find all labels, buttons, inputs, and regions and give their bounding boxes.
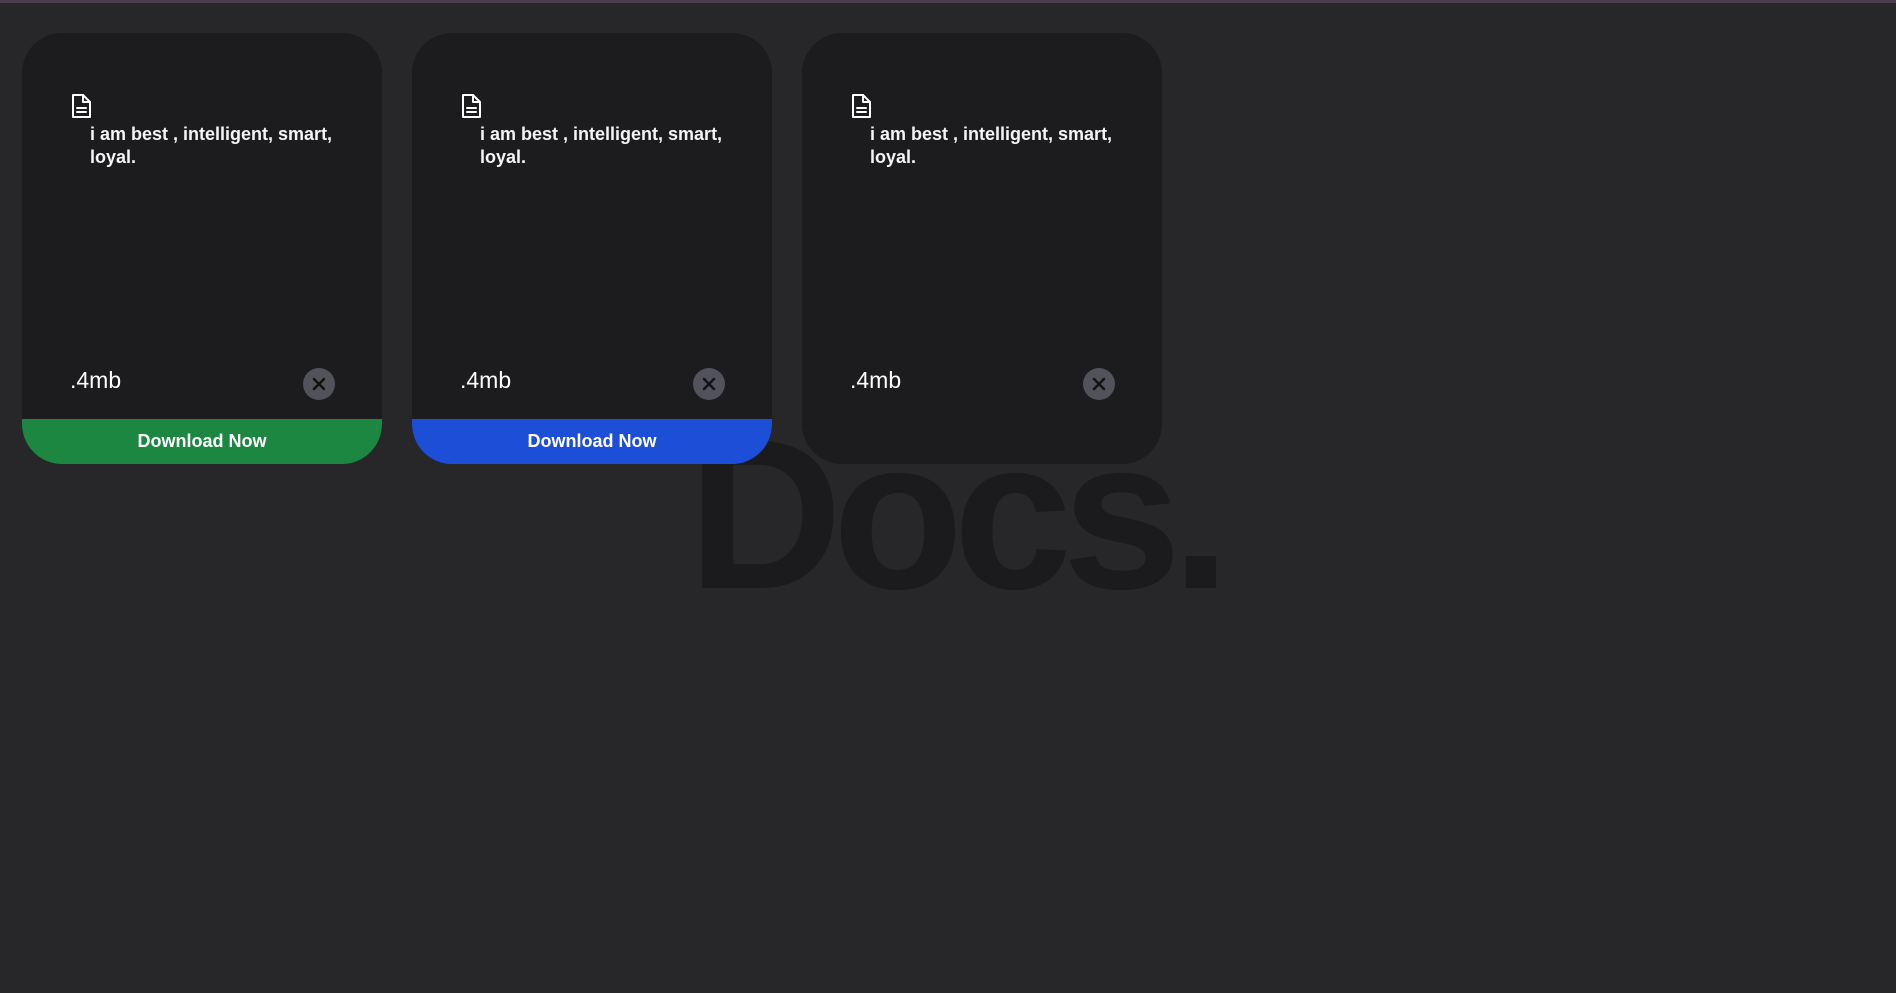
file-size: .4mb xyxy=(70,367,122,393)
close-button[interactable] xyxy=(693,368,725,400)
file-size: .4mb xyxy=(460,367,512,393)
close-icon xyxy=(312,377,326,391)
doc-card: i am best , intelligent, smart, loyal. .… xyxy=(412,33,772,464)
card-description: i am best , intelligent, smart, loyal. xyxy=(870,124,1113,167)
file-size: .4mb xyxy=(850,367,902,393)
doc-card: i am best , intelligent, smart, loyal. .… xyxy=(22,33,382,464)
top-border xyxy=(0,0,1896,3)
card-description: i am best , intelligent, smart, loyal. xyxy=(480,124,723,167)
close-icon xyxy=(1092,377,1106,391)
card-description: i am best , intelligent, smart, loyal. xyxy=(90,124,333,167)
document-icon xyxy=(852,94,871,118)
close-button[interactable] xyxy=(303,368,335,400)
doc-card: i am best , intelligent, smart, loyal. .… xyxy=(802,33,1162,464)
download-button[interactable]: Download Now xyxy=(22,419,382,464)
close-button[interactable] xyxy=(1083,368,1115,400)
document-icon xyxy=(72,94,91,118)
download-button[interactable]: Download Now xyxy=(412,419,772,464)
document-icon xyxy=(462,94,481,118)
close-icon xyxy=(702,377,716,391)
